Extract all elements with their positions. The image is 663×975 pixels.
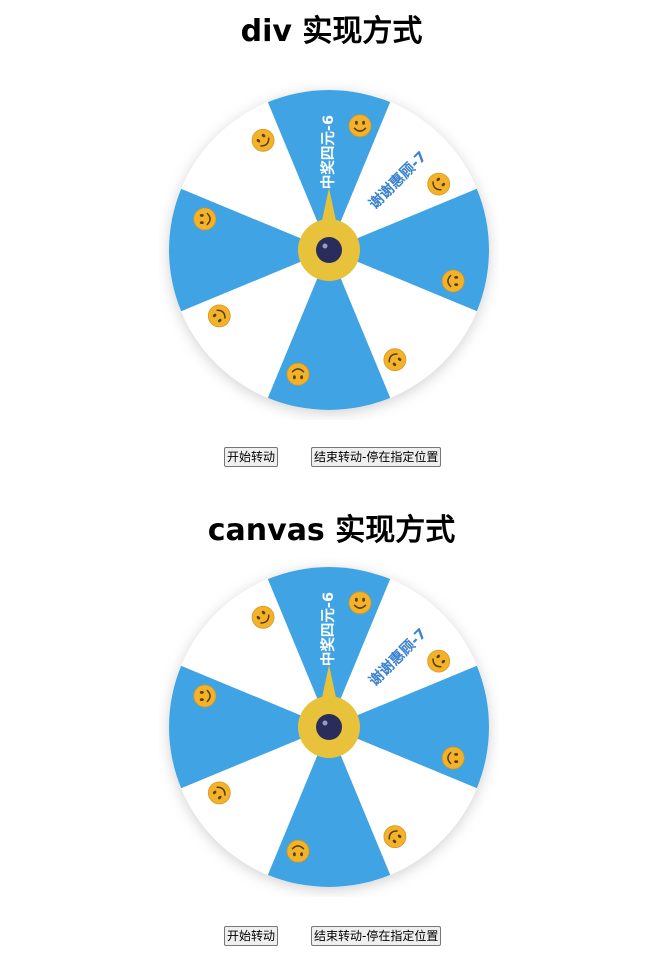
prize-wheel-canvas: 中奖一元-0谢谢惠顾-1中奖二元-2谢谢惠顾-3中奖三元-4谢谢惠顾-5中奖四元… — [159, 557, 499, 897]
smiley-face-icon — [193, 684, 217, 708]
smiley-face-icon — [286, 839, 310, 863]
smiley-face-icon — [286, 362, 310, 386]
wheel-svg: 中奖一元-0谢谢惠顾-1中奖二元-2谢谢惠顾-3中奖三元-4谢谢惠顾-5中奖四元… — [169, 567, 489, 887]
start-spin-button[interactable]: 开始转动 — [224, 447, 279, 467]
smiley-face-icon — [441, 746, 465, 770]
section-title-canvas: canvas 实现方式 — [207, 513, 456, 548]
smiley-face-icon — [348, 591, 372, 615]
segment-label: 中奖四元-6 — [319, 115, 337, 189]
segment-label: 中奖四元-6 — [319, 592, 337, 666]
start-spin-button[interactable]: 开始转动 — [224, 926, 279, 946]
wheel-svg: 中奖一元-0谢谢惠顾-1中奖二元-2谢谢惠顾-3中奖三元-4谢谢惠顾-5中奖四元… — [169, 90, 489, 410]
smiley-face-icon — [348, 114, 372, 138]
prize-wheel-div: 中奖一元-0谢谢惠顾-1中奖二元-2谢谢惠顾-3中奖三元-4谢谢惠顾-5中奖四元… — [159, 80, 499, 420]
smiley-face-icon — [193, 207, 217, 231]
stop-spin-button[interactable]: 结束转动-停在指定位置 — [311, 447, 442, 467]
stop-spin-button[interactable]: 结束转动-停在指定位置 — [311, 926, 442, 946]
smiley-face-icon — [441, 269, 465, 293]
section-title-div: div 实现方式 — [240, 14, 423, 49]
